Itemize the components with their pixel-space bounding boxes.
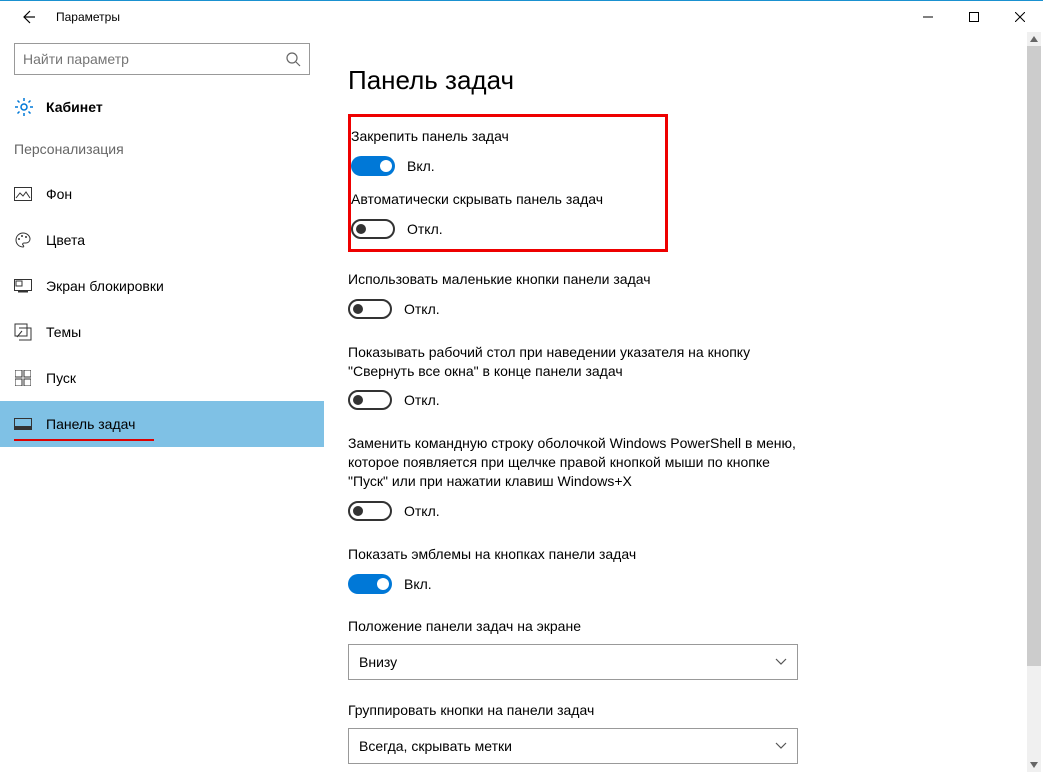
palette-icon (14, 231, 32, 249)
toggle-autohide[interactable] (351, 219, 395, 239)
minimize-icon (923, 12, 933, 22)
setting-label: Показывать рабочий стол при наведении ук… (348, 343, 798, 381)
picture-icon (14, 185, 32, 203)
arrow-left-icon (20, 9, 36, 25)
chevron-down-icon (775, 742, 787, 750)
search-field[interactable] (23, 51, 285, 67)
setting-label: Показать эмблемы на кнопках панели задач (348, 545, 798, 564)
sidebar-item-label: Темы (46, 324, 81, 340)
toggle-small-buttons[interactable] (348, 299, 392, 319)
search-input[interactable] (14, 43, 310, 75)
dropdown-position-label: Положение панели задач на экране (348, 618, 1023, 634)
setting-peek-desktop: Показывать рабочий стол при наведении ук… (348, 343, 798, 411)
page-title: Панель задач (348, 65, 1023, 96)
sidebar-item-colors[interactable]: Цвета (0, 217, 324, 263)
content-area: Панель задач Закрепить панель задач Вкл.… (324, 33, 1043, 775)
setting-label: Закрепить панель задач (351, 127, 655, 146)
red-underline-annotation (14, 439, 154, 441)
gear-icon (14, 97, 34, 117)
maximize-icon (969, 12, 979, 22)
setting-label: Автоматически скрывать панель задач (351, 190, 655, 209)
home-button[interactable]: Кабинет (0, 87, 324, 131)
start-icon (14, 369, 32, 387)
chevron-down-icon (775, 658, 787, 666)
sidebar-item-start[interactable]: Пуск (0, 355, 324, 401)
toggle-badges[interactable] (348, 574, 392, 594)
back-button[interactable] (8, 1, 48, 33)
sidebar-item-label: Цвета (46, 232, 85, 248)
setting-badges: Показать эмблемы на кнопках панели задач… (348, 545, 798, 594)
home-label: Кабинет (46, 99, 103, 115)
sidebar-item-label: Панель задач (46, 416, 135, 432)
close-button[interactable] (997, 1, 1043, 33)
search-icon (285, 51, 301, 67)
sidebar-item-themes[interactable]: Темы (0, 309, 324, 355)
dropdown-combine-label: Группировать кнопки на панели задач (348, 702, 1023, 718)
toggle-powershell[interactable] (348, 501, 392, 521)
close-icon (1015, 12, 1025, 22)
themes-icon (14, 323, 32, 341)
sidebar-item-label: Пуск (46, 370, 76, 386)
window-title: Параметры (56, 10, 120, 24)
scroll-up-button[interactable] (1027, 32, 1041, 46)
toggle-state: Вкл. (404, 576, 432, 592)
toggle-state: Вкл. (407, 158, 435, 174)
sidebar-item-taskbar[interactable]: Панель задач (0, 401, 324, 447)
sidebar-item-background[interactable]: Фон (0, 171, 324, 217)
sidebar-item-label: Фон (46, 186, 72, 202)
toggle-state: Откл. (404, 503, 440, 519)
setting-autohide: Автоматически скрывать панель задач Откл… (351, 190, 655, 239)
toggle-state: Откл. (407, 221, 443, 237)
highlight-annotation: Закрепить панель задач Вкл. Автоматическ… (348, 114, 668, 252)
sidebar: Кабинет Персонализация Фон Цвета Экран б… (0, 33, 324, 775)
scroll-thumb[interactable] (1027, 46, 1041, 666)
setting-powershell: Заменить командную строку оболочкой Wind… (348, 434, 798, 521)
toggle-state: Откл. (404, 392, 440, 408)
scroll-down-button[interactable] (1027, 758, 1041, 772)
titlebar: Параметры (0, 1, 1043, 33)
dropdown-value: Внизу (359, 654, 775, 670)
sidebar-item-lockscreen[interactable]: Экран блокировки (0, 263, 324, 309)
sidebar-item-label: Экран блокировки (46, 278, 164, 294)
scrollbar[interactable] (1027, 32, 1041, 772)
lockscreen-icon (14, 277, 32, 295)
setting-lock-taskbar: Закрепить панель задач Вкл. (351, 127, 655, 176)
setting-label: Использовать маленькие кнопки панели зад… (348, 270, 798, 289)
toggle-state: Откл. (404, 301, 440, 317)
dropdown-combine[interactable]: Всегда, скрывать метки (348, 728, 798, 764)
maximize-button[interactable] (951, 1, 997, 33)
section-label: Персонализация (0, 131, 324, 171)
minimize-button[interactable] (905, 1, 951, 33)
dropdown-value: Всегда, скрывать метки (359, 738, 775, 754)
toggle-lock-taskbar[interactable] (351, 156, 395, 176)
dropdown-position[interactable]: Внизу (348, 644, 798, 680)
taskbar-icon (14, 415, 32, 433)
setting-small-buttons: Использовать маленькие кнопки панели зад… (348, 270, 798, 319)
toggle-peek-desktop[interactable] (348, 390, 392, 410)
setting-label: Заменить командную строку оболочкой Wind… (348, 434, 798, 491)
